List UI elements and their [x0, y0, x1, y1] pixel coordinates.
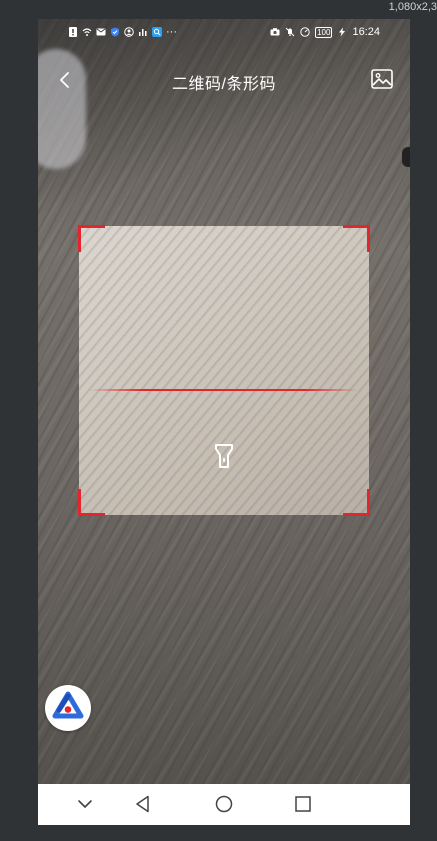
status-left: ··· — [68, 26, 177, 38]
camera-icon — [270, 28, 280, 36]
scan-line — [89, 389, 359, 391]
chevron-down-icon — [78, 800, 92, 808]
wifi-icon — [82, 28, 92, 36]
mute-icon — [285, 27, 295, 37]
scan-frame — [78, 225, 370, 516]
header: 二维码/条形码 — [38, 64, 410, 96]
flashlight-button[interactable] — [212, 442, 236, 470]
scan-corner-bottom-left — [78, 489, 105, 516]
status-bar: ··· 100 16:24 — [38, 19, 410, 47]
image-gallery-icon — [371, 69, 393, 89]
flashlight-icon — [215, 444, 233, 468]
app-logo-button[interactable] — [45, 685, 91, 731]
more-notifications: ··· — [166, 26, 177, 38]
recents-square-icon — [295, 796, 311, 812]
status-time: 16:24 — [352, 26, 380, 38]
phone-screen: ··· 100 16:24 二维码/条形码 — [38, 19, 410, 825]
home-circle-icon — [215, 795, 233, 813]
speed-icon — [300, 27, 310, 37]
scan-corner-top-right — [343, 225, 370, 252]
message-icon — [96, 28, 106, 36]
nav-collapse-button[interactable] — [74, 793, 96, 815]
camera-object-dark — [402, 147, 410, 167]
resolution-label: 1,080x2,3 — [388, 1, 437, 13]
shield-icon — [111, 27, 119, 37]
navigation-bar — [38, 784, 410, 825]
status-right: 100 16:24 — [270, 26, 380, 38]
gallery-button[interactable] — [370, 67, 394, 91]
back-triangle-icon — [136, 795, 149, 813]
scan-corner-top-left — [78, 225, 105, 252]
alert-icon — [69, 27, 77, 37]
nav-recents-button[interactable] — [292, 793, 314, 815]
charging-icon — [339, 27, 346, 37]
page-title: 二维码/条形码 — [172, 76, 276, 93]
scan-corner-bottom-right — [343, 489, 370, 516]
app-logo-icon — [52, 691, 84, 719]
account-icon — [124, 27, 134, 37]
nav-home-button[interactable] — [213, 793, 235, 815]
signal-icon — [139, 29, 147, 36]
battery-indicator: 100 — [315, 26, 333, 38]
nav-back-button[interactable] — [133, 793, 155, 815]
search-app-icon — [152, 27, 162, 37]
